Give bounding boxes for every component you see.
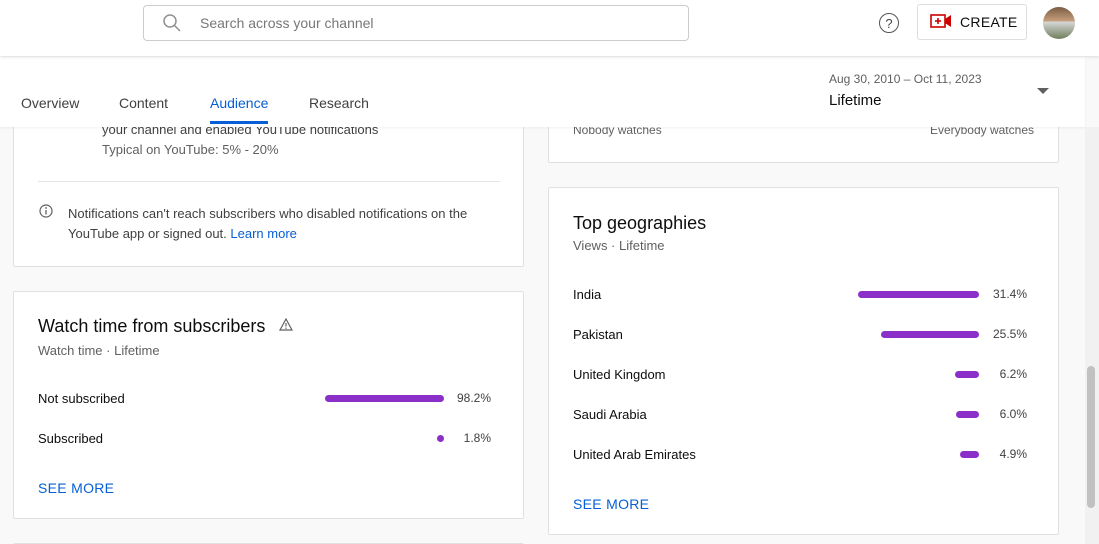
row-bar — [955, 411, 979, 418]
card-header: Watch time from subscribers — [38, 316, 294, 337]
card-title: Top geographies — [573, 213, 707, 233]
row-label: Subscribed — [38, 431, 104, 446]
learn-more-link[interactable]: Learn more — [230, 226, 296, 241]
row-percent: 4.9% — [999, 447, 1027, 461]
typical-range: Typical on YouTube: 5% - 20% — [102, 142, 279, 157]
chevron-down-icon[interactable] — [1037, 88, 1049, 94]
row-percent: 31.4% — [992, 287, 1027, 301]
search-icon — [144, 13, 200, 33]
warning-icon[interactable] — [279, 317, 294, 336]
row-bar — [960, 451, 979, 458]
row-bar — [858, 291, 979, 298]
tab-content[interactable]: Content — [119, 95, 168, 125]
create-video-icon — [930, 13, 952, 32]
row-bar — [955, 371, 979, 378]
row-label: Not subscribed — [38, 391, 125, 406]
row-label: United Arab Emirates — [573, 447, 696, 462]
create-button[interactable]: CREATE — [917, 4, 1027, 40]
row-percent: 1.8% — [463, 431, 491, 445]
search-input[interactable] — [200, 15, 688, 31]
row-bar — [437, 435, 444, 442]
help-icon[interactable]: ? — [879, 13, 899, 33]
info-icon — [39, 204, 53, 223]
tab-audience[interactable]: Audience — [210, 95, 269, 124]
card-subtitle: Watch time · Lifetime — [38, 343, 160, 358]
row-label: Pakistan — [573, 327, 623, 342]
date-range-picker[interactable]: Aug 30, 2010 – Oct 11, 2023 Lifetime — [829, 72, 982, 109]
see-more-button[interactable]: SEE MORE — [38, 480, 114, 496]
date-range-text: Aug 30, 2010 – Oct 11, 2023 — [829, 72, 982, 86]
top-app-bar: ? CREATE — [0, 0, 1099, 56]
row-label: India — [573, 287, 602, 302]
row-percent: 25.5% — [992, 327, 1027, 341]
notifications-note: Notifications can't reach subscribers wh… — [68, 204, 488, 244]
see-more-button[interactable]: SEE MORE — [573, 496, 649, 512]
card-subtitle: Views · Lifetime — [573, 238, 665, 253]
tab-overview[interactable]: Overview — [21, 95, 79, 125]
scrollbar-thumb[interactable] — [1087, 366, 1095, 508]
tab-bar: Overview Content Audience Research Aug 3… — [0, 57, 1085, 127]
date-range-period: Lifetime — [829, 92, 882, 109]
row-percent: 6.0% — [999, 407, 1027, 421]
watch-time-subscribers-card: Watch time from subscribers Watch time ·… — [13, 291, 524, 519]
row-label: Saudi Arabia — [573, 407, 647, 422]
row-bar — [880, 331, 979, 338]
row-label: United Kingdom — [573, 367, 666, 382]
create-label: CREATE — [960, 14, 1018, 30]
row-percent: 6.2% — [999, 367, 1027, 381]
search-box[interactable] — [143, 5, 689, 41]
divider — [38, 181, 500, 182]
tab-research[interactable]: Research — [309, 95, 369, 125]
avatar[interactable] — [1043, 7, 1075, 39]
card-title: Watch time from subscribers — [38, 316, 266, 336]
row-bar — [325, 395, 444, 402]
row-percent: 98.2% — [456, 391, 491, 405]
top-geographies-card: Top geographies Views · Lifetime India 3… — [548, 187, 1059, 535]
